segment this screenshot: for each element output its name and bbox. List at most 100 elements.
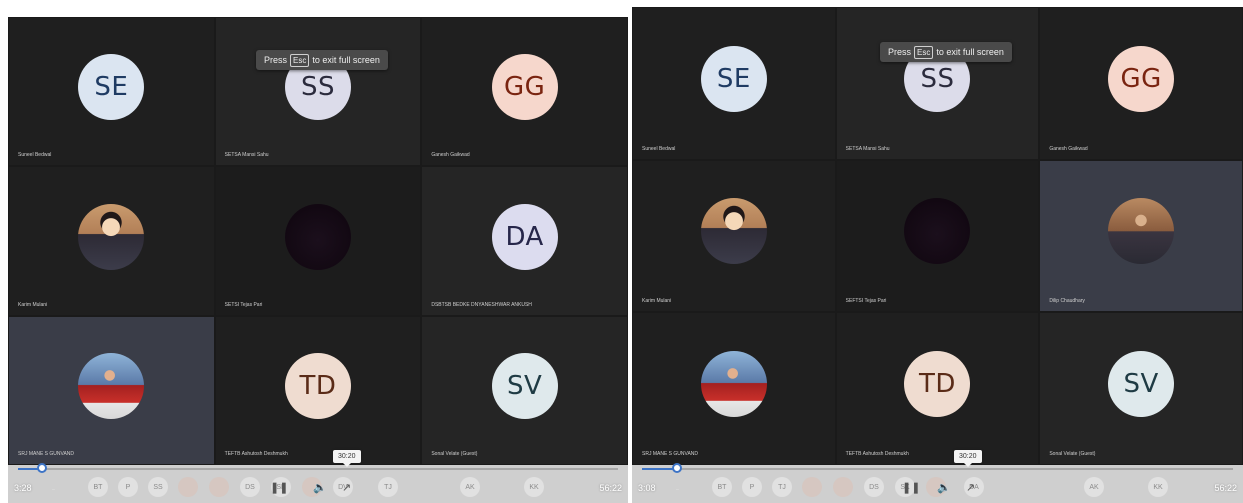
participant-tile[interactable]: SE Suneel Bedwal — [632, 7, 836, 160]
participant-tile[interactable]: SE Suneel Bedwal — [8, 17, 215, 167]
participant-tile[interactable]: SRJ MANE S GUNVAND — [632, 312, 836, 465]
participant-photo — [700, 198, 767, 265]
participant-tile[interactable]: TD TEFTB Ashutosh Deshmukh — [214, 315, 422, 465]
participant-tile[interactable]: GG Ganesh Gaikwad — [421, 17, 628, 167]
current-time: 3:28 — [14, 483, 32, 493]
participant-tile[interactable]: Karim Mulani — [8, 166, 215, 316]
meeting-recording-left: SE Suneel Bedwal SS SETSA Mansi Sahu GG … — [8, 17, 628, 503]
avatar: GG — [1108, 45, 1175, 112]
participant-name: Karim Mulani — [18, 301, 48, 308]
player-subtext: ... — [52, 486, 56, 491]
fullscreen-exit-icon[interactable]: ↗ — [966, 481, 975, 494]
toast-text-before: Press — [264, 55, 288, 65]
participant-tile[interactable]: SS SETSA Mansi Sahu — [214, 17, 422, 167]
participant-name: Sonal Velate (Guest) — [1049, 451, 1096, 457]
participant-tile[interactable]: Karim Mulani — [632, 159, 836, 313]
participant-chip: P — [742, 477, 762, 497]
participant-tile[interactable]: SV Sonal Velate (Guest) — [1039, 312, 1243, 465]
total-time: 56:22 — [599, 483, 622, 493]
volume-icon[interactable]: 🔈 — [937, 481, 951, 494]
participant-chip: TJ — [378, 477, 398, 497]
participant-photo — [1108, 198, 1175, 265]
esc-key: Esc — [290, 53, 310, 67]
seek-bar[interactable] — [642, 463, 1233, 473]
avatar: GG — [491, 54, 558, 121]
participant-chip-photo — [178, 477, 198, 497]
esc-key: Esc — [914, 45, 934, 59]
participant-grid: SE Suneel Bedwal SS SETSA Mansi Sahu GG … — [8, 17, 628, 465]
avatar — [904, 198, 971, 265]
video-player-bar: 3:08 ... BT P TJ DS SK DA AK KK ❚❚ 🔈 ↗ 5… — [632, 463, 1243, 503]
participant-name: SRJ MANE S GUNVAND — [642, 451, 699, 457]
volume-icon[interactable]: 🔈 — [313, 481, 327, 494]
participant-name: SRJ MANE S GUNVAND — [18, 450, 75, 457]
participant-photo — [78, 203, 145, 270]
participant-name: SETSA Mansi Sahu — [224, 152, 269, 159]
participant-name: Karim Mulani — [642, 298, 672, 305]
participant-photo — [78, 352, 145, 419]
participant-tile[interactable]: SS SETSA Mansi Sahu — [835, 7, 1040, 160]
total-time: 56:22 — [1214, 483, 1237, 493]
participant-chip-photo — [209, 477, 229, 497]
avatar — [284, 203, 351, 270]
participant-tile[interactable]: GG Ganesh Gaikwad — [1039, 7, 1243, 160]
participant-chip-photo — [802, 477, 822, 497]
participant-name: SETSA Mansi Sahu — [845, 145, 890, 152]
avatar: TD — [904, 351, 971, 418]
play-pause-icon[interactable]: ❚❚ — [270, 481, 288, 494]
participant-chip: DS — [240, 477, 260, 497]
current-time: 3:08 — [638, 483, 656, 493]
participant-name: TEFTB Ashutosh Deshmukh — [224, 450, 288, 457]
participant-photo — [700, 351, 767, 418]
participant-chip-row: BT P SS DS SK DV TJ AK KK — [78, 477, 588, 497]
toast-text-before: Press — [888, 47, 912, 57]
participant-tile[interactable]: SETSI Tejas Pari — [214, 166, 422, 316]
participant-chip: KK — [1148, 477, 1168, 497]
seek-handle[interactable] — [37, 463, 47, 473]
participant-chip: SS — [148, 477, 168, 497]
play-pause-icon[interactable]: ❚❚ — [902, 481, 920, 494]
toast-text-after: to exit full screen — [936, 47, 1004, 57]
fullscreen-exit-icon[interactable]: ↗ — [342, 481, 351, 494]
participant-chip: P — [118, 477, 138, 497]
fullscreen-toast: Press Esc to exit full screen — [880, 42, 1012, 62]
seek-bar[interactable] — [18, 463, 618, 473]
participant-chip: KK — [524, 477, 544, 497]
participant-name: Suneel Bedwal — [18, 152, 52, 159]
participant-name: SETSI Tejas Pari — [224, 301, 263, 308]
participant-name: SEFTSI Tejas Pari — [845, 298, 887, 305]
seek-tooltip: 30:20 — [333, 450, 361, 467]
participant-tile[interactable]: DA DSBTSB BEDKE DNYANESHWAR ANKUSH — [421, 166, 628, 316]
participant-tile-active[interactable]: SRJ MANE S GUNVAND — [8, 315, 215, 465]
video-player-bar: 3:28 ... BT P SS DS SK DV TJ AK KK ❚❚ 🔈 … — [8, 463, 628, 503]
avatar: DA — [491, 203, 558, 270]
participant-grid: SE Suneel Bedwal SS SETSA Mansi Sahu GG … — [632, 7, 1243, 465]
participant-name: Sonal Velate (Guest) — [431, 450, 478, 457]
participant-name: Suneel Bedwal — [642, 145, 676, 152]
participant-chip: AK — [460, 477, 480, 497]
participant-chip: DS — [864, 477, 884, 497]
participant-name: TEFTB Ashutosh Deshmukh — [845, 451, 909, 457]
participant-chip: BT — [712, 477, 732, 497]
participant-tile[interactable]: SEFTSI Tejas Pari — [835, 159, 1040, 313]
participant-chip-row: BT P TJ DS SK DA AK KK — [702, 477, 1203, 497]
participant-tile-active[interactable]: Dilip Chaudhary — [1039, 159, 1243, 313]
avatar: TD — [284, 352, 351, 419]
participant-chip-photo — [833, 477, 853, 497]
participant-name: Ganesh Gaikwad — [431, 152, 470, 159]
participant-name: Ganesh Gaikwad — [1049, 145, 1088, 152]
seek-handle[interactable] — [672, 463, 683, 473]
seek-tooltip: 30:20 — [954, 450, 982, 467]
toast-text-after: to exit full screen — [312, 55, 380, 65]
participant-chip: TJ — [772, 477, 792, 497]
participant-tile[interactable]: TD TEFTB Ashutosh Deshmukh — [835, 312, 1040, 465]
fullscreen-toast: Press Esc to exit full screen — [256, 50, 388, 70]
participant-chip: AK — [1084, 477, 1104, 497]
avatar: SV — [1108, 351, 1175, 418]
participant-name: Dilip Chaudhary — [1049, 298, 1085, 305]
meeting-recording-right: SE Suneel Bedwal SS SETSA Mansi Sahu GG … — [632, 7, 1243, 503]
participant-chip: BT — [88, 477, 108, 497]
player-subtext: ... — [676, 486, 680, 491]
avatar: SV — [491, 352, 558, 419]
participant-tile[interactable]: SV Sonal Velate (Guest) — [421, 315, 628, 465]
